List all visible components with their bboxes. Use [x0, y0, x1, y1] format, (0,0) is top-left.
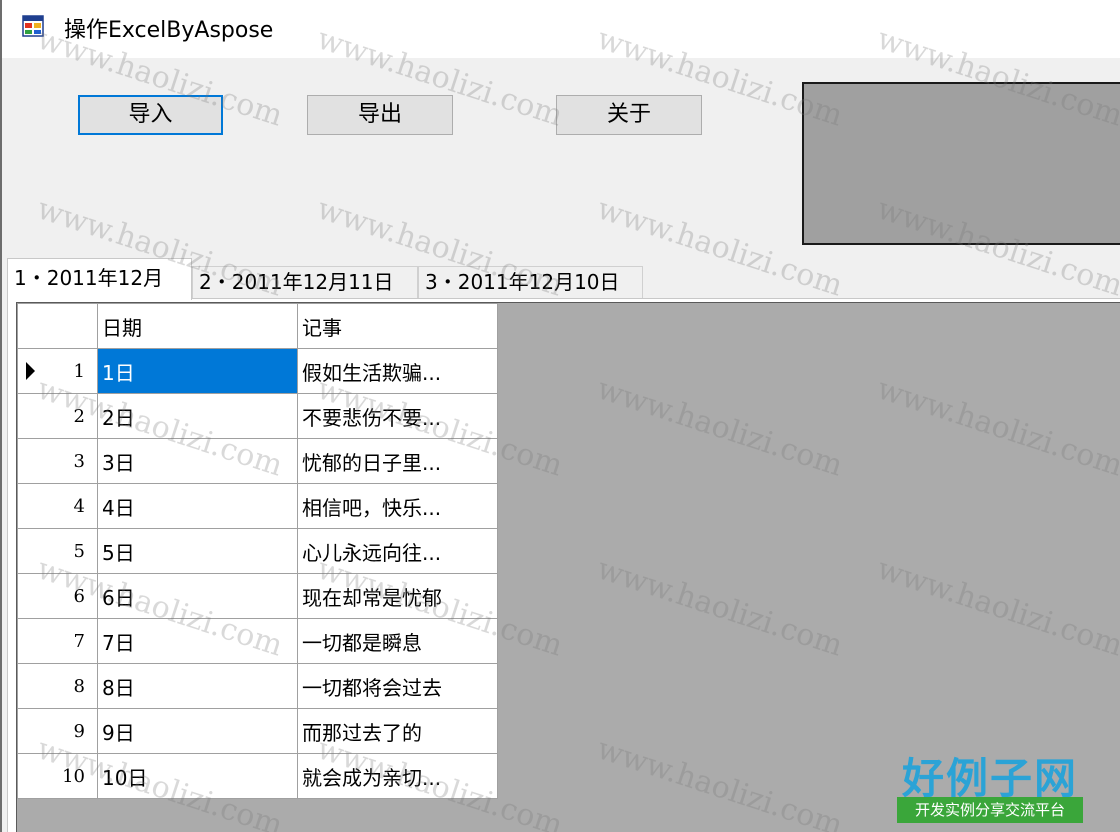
table-row[interactable]: 3 3日 忧郁的日子里... — [17, 438, 498, 484]
logo-sub-text: 开发实例分享交流平台 — [897, 797, 1083, 823]
cell-date[interactable]: 8日 — [97, 663, 298, 709]
cell-note[interactable]: 忧郁的日子里... — [297, 438, 498, 484]
cell-note[interactable]: 一切都是瞬息 — [297, 618, 498, 664]
current-row-arrow-icon — [26, 362, 35, 380]
row-number: 1 — [73, 360, 85, 382]
cell-note[interactable]: 一切都将会过去 — [297, 663, 498, 709]
cell-date[interactable]: 7日 — [97, 618, 298, 664]
cell-date[interactable]: 1日 — [97, 348, 298, 394]
row-header[interactable]: 7 — [17, 618, 98, 664]
cell-note[interactable]: 相信吧，快乐... — [297, 483, 498, 529]
column-header-date[interactable]: 日期 — [97, 303, 298, 349]
row-header[interactable]: 5 — [17, 528, 98, 574]
row-number: 9 — [73, 720, 85, 742]
cell-date[interactable]: 6日 — [97, 573, 298, 619]
windows-form-icon — [22, 15, 44, 37]
row-header[interactable]: 10 — [17, 753, 98, 799]
cell-note[interactable]: 假如生活欺骗... — [297, 348, 498, 394]
row-header[interactable]: 3 — [17, 438, 98, 484]
row-number: 4 — [73, 495, 85, 517]
cell-date[interactable]: 4日 — [97, 483, 298, 529]
table-row[interactable]: 8 8日 一切都将会过去 — [17, 663, 498, 709]
cell-note[interactable]: 现在却常是忧郁 — [297, 573, 498, 619]
table-row[interactable]: 7 7日 一切都是瞬息 — [17, 618, 498, 664]
main-window: 操作ExcelByAspose 导入 导出 关于 1・2011年12月 2・20… — [0, 0, 1120, 832]
table-row[interactable]: 4 4日 相信吧，快乐... — [17, 483, 498, 529]
grid-body: 1 1日 假如生活欺骗... 2 2日 不要悲伤不要... 3 3日 忧郁的日子里... 4 4日相… — [17, 348, 498, 799]
row-number: 8 — [73, 675, 85, 697]
column-header-note[interactable]: 记事 — [297, 303, 498, 349]
tab-sheet-3[interactable]: 3・2011年12月10日 — [418, 266, 643, 298]
cell-date[interactable]: 2日 — [97, 393, 298, 439]
row-header[interactable]: 6 — [17, 573, 98, 619]
row-header[interactable]: 4 — [17, 483, 98, 529]
cell-date[interactable]: 5日 — [97, 528, 298, 574]
row-number: 3 — [73, 450, 85, 472]
table-row[interactable]: 10 10日 就会成为亲切... — [17, 753, 498, 799]
cell-date[interactable]: 9日 — [97, 708, 298, 754]
cell-note[interactable]: 不要悲伤不要... — [297, 393, 498, 439]
table-row[interactable]: 9 9日 而那过去了的 — [17, 708, 498, 754]
row-number: 6 — [73, 585, 85, 607]
row-header[interactable]: 9 — [17, 708, 98, 754]
about-button[interactable]: 关于 — [556, 95, 702, 135]
title-bar[interactable]: 操作ExcelByAspose — [2, 0, 1120, 58]
cell-note[interactable]: 心儿永远向往... — [297, 528, 498, 574]
corner-header[interactable] — [17, 303, 98, 349]
picture-box — [802, 82, 1120, 245]
tab-sheet-1[interactable]: 1・2011年12月 — [7, 258, 192, 300]
row-number: 10 — [62, 765, 85, 787]
header-row: 日期 记事 — [17, 303, 498, 349]
site-logo: 好例子网 开发实例分享交流平台 — [897, 745, 1083, 825]
tab-sheet-2[interactable]: 2・2011年12月11日 — [192, 266, 418, 298]
cell-note[interactable]: 而那过去了的 — [297, 708, 498, 754]
cell-date[interactable]: 10日 — [97, 753, 298, 799]
cell-note[interactable]: 就会成为亲切... — [297, 753, 498, 799]
grid-table: 日期 记事 1 1日 假如生活欺骗... 2 2日 不要悲伤不要... 3 3日 忧郁的日子里.… — [17, 303, 498, 799]
export-button[interactable]: 导出 — [307, 95, 453, 135]
table-row[interactable]: 2 2日 不要悲伤不要... — [17, 393, 498, 439]
row-header[interactable]: 1 — [17, 348, 98, 394]
row-number: 7 — [73, 630, 85, 652]
import-button[interactable]: 导入 — [78, 95, 223, 135]
row-header[interactable]: 8 — [17, 663, 98, 709]
table-row[interactable]: 5 5日 心儿永远向往... — [17, 528, 498, 574]
row-number: 2 — [73, 405, 85, 427]
table-row[interactable]: 6 6日 现在却常是忧郁 — [17, 573, 498, 619]
window-title: 操作ExcelByAspose — [64, 18, 274, 43]
table-row[interactable]: 1 1日 假如生活欺骗... — [17, 348, 498, 394]
cell-date[interactable]: 3日 — [97, 438, 298, 484]
row-number: 5 — [73, 540, 85, 562]
row-header[interactable]: 2 — [17, 393, 98, 439]
